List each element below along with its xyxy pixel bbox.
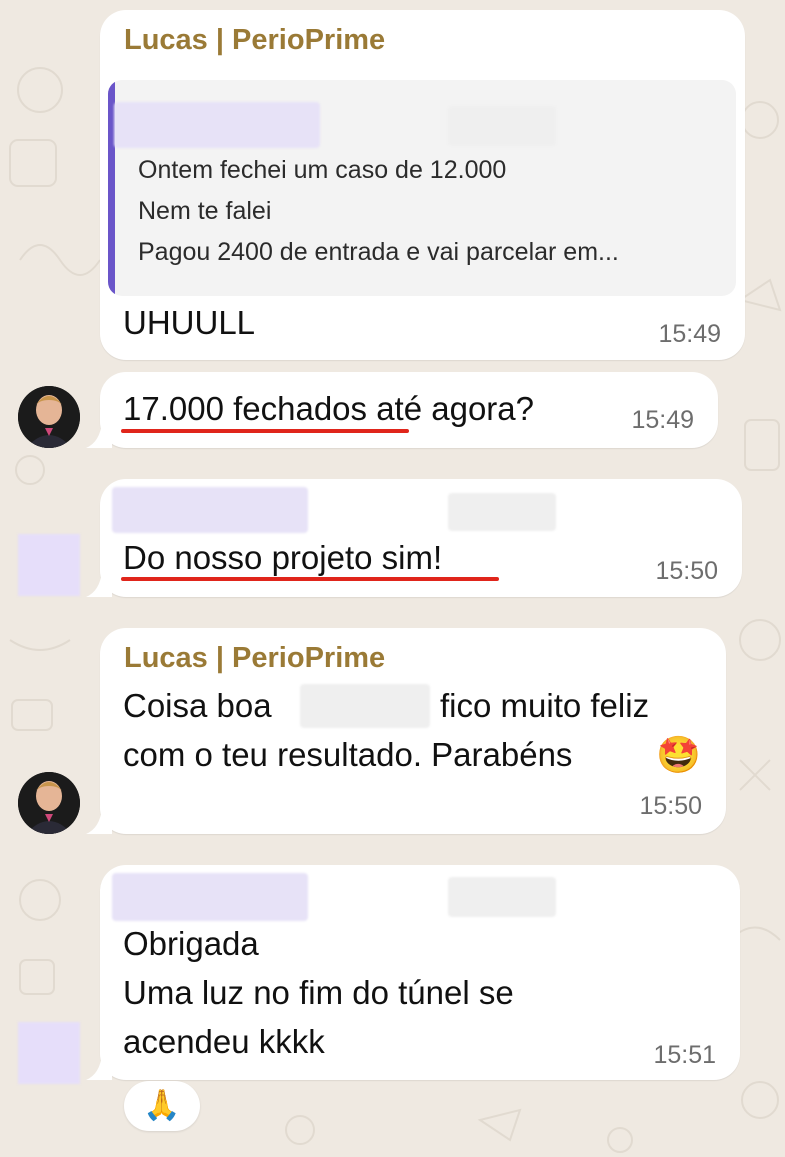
message-bubble-4[interactable]: Lucas | PerioPrime Coisa boa fico muito … xyxy=(86,628,726,834)
sender-name[interactable]: Lucas | PerioPrime xyxy=(124,24,385,57)
folded-hands-icon: 🙏 xyxy=(143,1089,181,1122)
blurred-quote-author xyxy=(114,102,320,148)
message-time: 15:50 xyxy=(639,792,702,820)
message-time: 15:49 xyxy=(631,406,694,434)
message-text: 17.000 fechados até agora? xyxy=(123,390,535,427)
red-underline xyxy=(121,577,499,581)
message-time: 15:50 xyxy=(655,557,718,585)
message-bubble-5[interactable]: Obrigada Uma luz no fim do túnel se acen… xyxy=(86,865,740,1080)
bubble-tail xyxy=(86,808,112,834)
red-underline xyxy=(121,429,409,433)
sender-name[interactable]: Lucas | PerioPrime xyxy=(124,642,385,675)
message-line-2: Uma luz no fim do túnel se xyxy=(123,974,514,1011)
message-line-3: acendeu kkkk xyxy=(123,1023,325,1060)
message-line-1: Obrigada xyxy=(123,925,259,962)
avatar[interactable] xyxy=(18,386,80,448)
quoted-line-2: Nem te falei xyxy=(138,197,272,225)
bubble-tail xyxy=(86,422,112,448)
message-text: Do nosso projeto sim! xyxy=(123,539,443,576)
message-text-line2: com o teu resultado. Parabéns xyxy=(123,736,573,773)
reaction-badge[interactable]: 🙏 xyxy=(124,1081,200,1131)
quoted-line-1: Ontem fechei um caso de 12.000 xyxy=(138,156,507,184)
message-bubble-1[interactable]: Lucas | PerioPrime Ontem fechei um caso … xyxy=(100,10,745,360)
message-text-part2: fico muito feliz xyxy=(440,687,650,724)
message-text-part1: Coisa boa xyxy=(123,687,272,724)
bubble-tail xyxy=(86,571,112,597)
blurred-quote-meta xyxy=(448,106,556,146)
blurred-sender-name xyxy=(112,873,308,921)
bubble-tail xyxy=(86,1054,112,1080)
quoted-line-3: Pagou 2400 de entrada e vai parcelar em.… xyxy=(138,238,619,266)
avatar-portrait-icon xyxy=(18,386,80,448)
message-bubble-3[interactable]: Do nosso projeto sim! 15:50 xyxy=(86,479,742,597)
blurred-sender-meta xyxy=(448,877,556,917)
avatar[interactable] xyxy=(18,772,80,834)
message-bubble-2[interactable]: 17.000 fechados até agora? 15:49 xyxy=(86,372,718,448)
message-text: UHUULL xyxy=(123,304,256,341)
blurred-recipient-name xyxy=(300,684,430,728)
message-time: 15:49 xyxy=(658,320,721,348)
blurred-avatar xyxy=(18,1022,80,1084)
blurred-avatar xyxy=(18,534,80,596)
quoted-message[interactable]: Ontem fechei um caso de 12.000 Nem te fa… xyxy=(108,80,736,296)
blurred-sender-meta xyxy=(448,493,556,531)
message-time: 15:51 xyxy=(653,1041,716,1069)
avatar-portrait-icon xyxy=(18,772,80,834)
star-struck-icon: 🤩 xyxy=(656,734,701,775)
blurred-sender-name xyxy=(112,487,308,533)
